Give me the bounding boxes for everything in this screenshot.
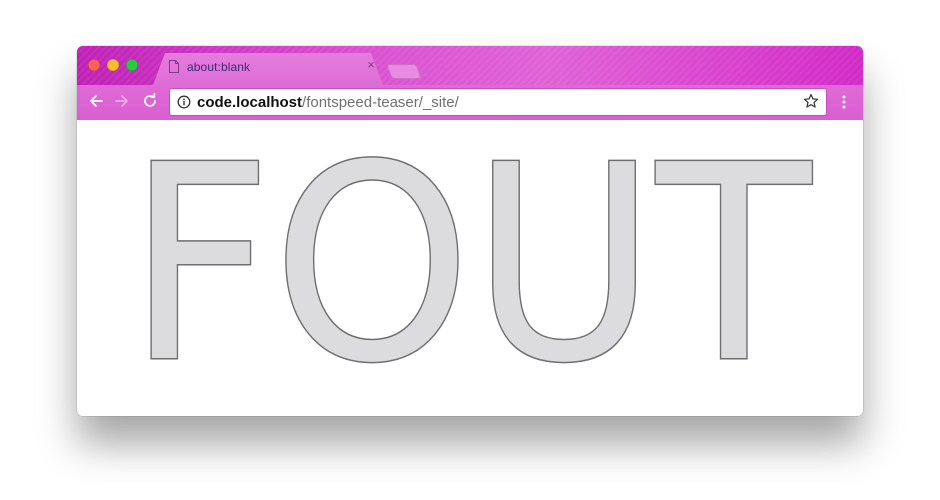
page-viewport: FOUT [77,120,863,416]
zoom-window-button[interactable] [126,59,138,71]
new-tab-button[interactable] [386,64,422,79]
page-icon [169,60,179,73]
kebab-menu-icon[interactable] [839,93,849,111]
tab-title: about:blank [187,60,251,74]
page-heading-graphic: FOUT [126,120,817,416]
reload-icon[interactable] [141,92,159,110]
close-window-button[interactable] [88,59,100,71]
url-host: code.localhost [197,94,303,111]
star-icon[interactable] [803,93,819,109]
tab-close-icon[interactable]: × [364,58,378,72]
address-url[interactable]: code.localhost/fontspeed-teaser/_site/ [197,94,459,111]
back-arrow-icon[interactable] [87,92,105,110]
forward-arrow-icon[interactable] [113,92,131,110]
info-icon[interactable] [177,95,191,109]
browser-window: about:blank × code.localhost/fontspeed-t… [77,46,863,416]
url-path: /fontspeed-teaser/_site/ [302,94,459,111]
page-heading: FOUT [127,120,815,416]
minimize-window-button[interactable] [107,59,119,71]
